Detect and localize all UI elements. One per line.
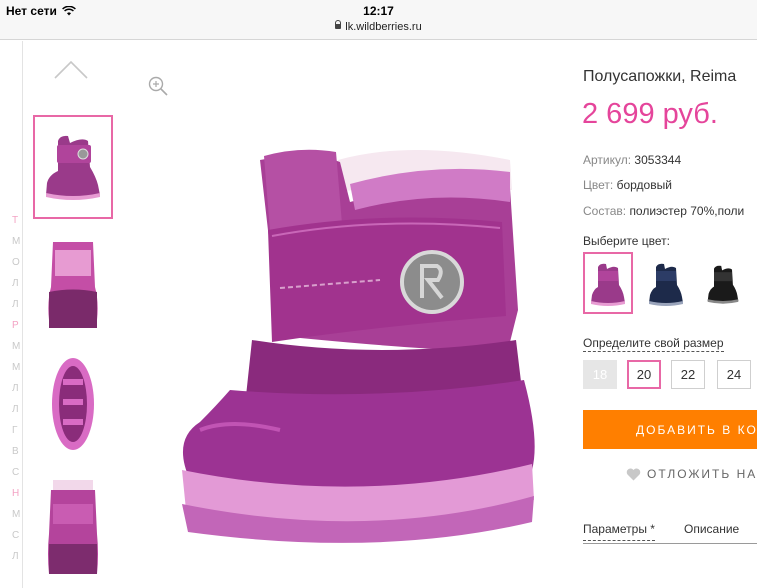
thumb-back[interactable]	[33, 230, 113, 334]
color-option-navy[interactable]	[641, 252, 691, 314]
boot-black-icon	[707, 265, 739, 304]
heart-icon	[626, 468, 641, 480]
article-value: 3053344	[634, 153, 682, 167]
thumb-front-side[interactable]	[33, 115, 113, 219]
boot-navy-icon	[649, 263, 683, 306]
modal-edge	[22, 41, 23, 588]
size-option-20[interactable]: 20	[627, 360, 661, 389]
url-text: lk.wildberries.ru	[345, 21, 422, 33]
status-bar: Нет сети 12:17 lk.wildberries.ru	[0, 0, 757, 40]
chevron-up-icon[interactable]	[53, 58, 89, 82]
add-to-cart-button[interactable]: ДОБАВИТЬ В КО	[583, 410, 757, 449]
product-price: 2 699 руб.	[582, 98, 718, 130]
composition-label: Состав:	[583, 204, 627, 218]
thumb-front[interactable]	[33, 474, 113, 578]
color-picker-title: Выберите цвет:	[583, 234, 671, 248]
color-value: бордовый	[616, 178, 672, 192]
tab-description[interactable]: Описание	[684, 522, 739, 540]
boot-front-icon	[48, 480, 98, 574]
boot-sole-icon	[52, 358, 94, 450]
composition-row: Состав: полиэстер 70%,поли	[583, 204, 744, 218]
product-title: Полусапожки, Reima	[583, 68, 737, 85]
boot-back-icon	[48, 242, 98, 328]
clock: 12:17	[363, 4, 394, 18]
color-option-black[interactable]	[698, 252, 748, 314]
tabs-divider	[583, 543, 757, 544]
composition-value: полиэстер 70%,поли	[629, 204, 745, 218]
size-option-22[interactable]: 22	[671, 360, 705, 389]
thumb-sole[interactable]	[33, 352, 113, 456]
address-bar[interactable]: lk.wildberries.ru	[0, 20, 757, 33]
color-label: Цвет:	[583, 178, 614, 192]
product-main-image	[182, 149, 535, 543]
article-label: Артикул:	[583, 153, 632, 167]
lock-icon	[335, 20, 342, 29]
defer-label: ОТЛОЖИТЬ НА	[647, 467, 757, 481]
size-option-24[interactable]: 24	[717, 360, 751, 389]
size-guide-link[interactable]: Определите свой размер	[583, 336, 724, 352]
size-option-18[interactable]: 18	[583, 360, 617, 389]
color-option-purple[interactable]	[583, 252, 633, 314]
defer-button[interactable]: ОТЛОЖИТЬ НА	[626, 467, 757, 481]
tab-parameters[interactable]: Параметры *	[583, 522, 655, 541]
color-row: Цвет: бордовый	[583, 178, 672, 192]
article-row: Артикул: 3053344	[583, 153, 681, 167]
boot-purple-icon	[591, 263, 625, 306]
zoom-in-icon[interactable]	[147, 75, 169, 97]
boot-thumbnail-icon	[46, 135, 100, 200]
add-to-cart-label: ДОБАВИТЬ В КО	[636, 422, 757, 437]
